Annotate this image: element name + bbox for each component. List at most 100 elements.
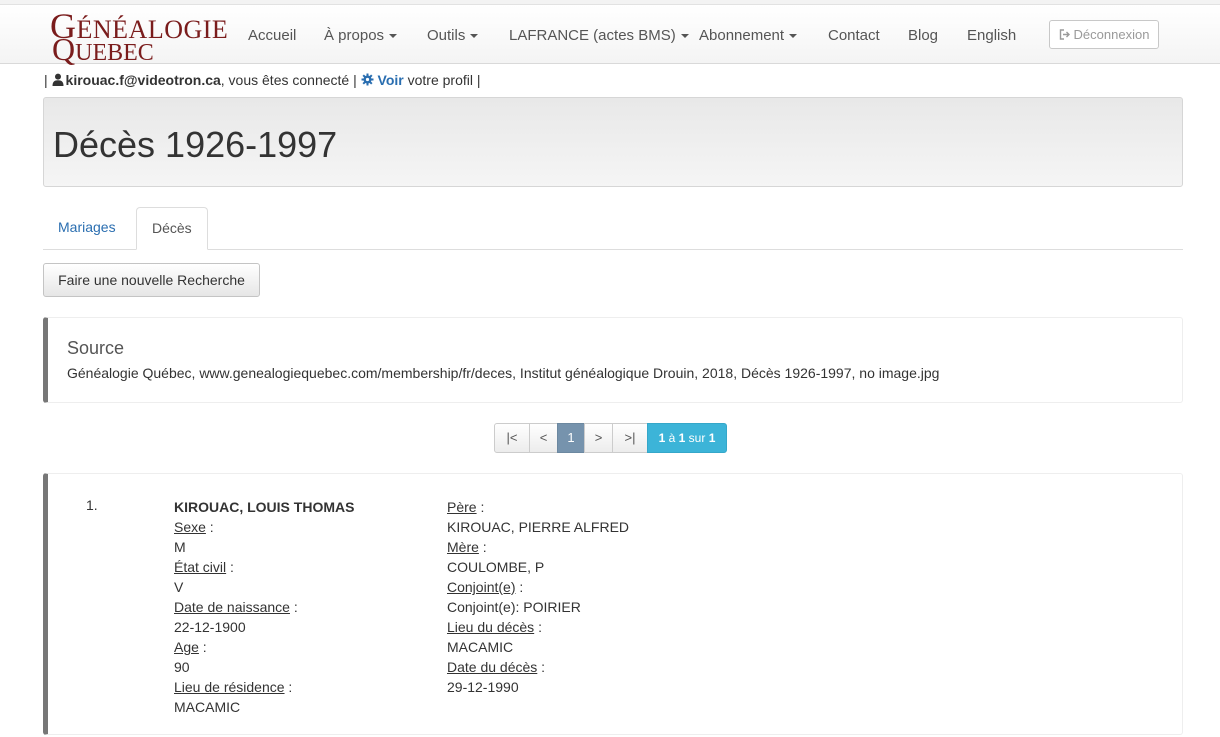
- tab-deces-label: Décès: [152, 220, 192, 236]
- field-label: Date du décès :: [447, 657, 629, 677]
- nav-a-propos[interactable]: À propos: [324, 27, 398, 44]
- tab-mariages[interactable]: Mariages: [43, 207, 131, 248]
- field-label-suffix: :: [534, 619, 542, 635]
- field-value: Conjoint(e): POIRIER: [447, 599, 581, 615]
- caret-down-icon: [389, 34, 398, 39]
- field-label-suffix: :: [476, 499, 485, 515]
- field-value: COULOMBE, P: [447, 559, 545, 575]
- tab-mariages-label: Mariages: [58, 219, 116, 235]
- user-bar: | kirouac.f@videotron.ca, vous êtes conn…: [44, 72, 481, 88]
- field-label: Date de naissance :: [174, 597, 354, 617]
- field-label-suffix: :: [205, 519, 214, 535]
- next-page-button[interactable]: >: [584, 423, 613, 453]
- view-link-label: Voir: [377, 72, 404, 88]
- profile-text: votre profil: [407, 72, 473, 88]
- nav-outils[interactable]: Outils: [427, 27, 479, 44]
- source-title: Source: [67, 338, 125, 358]
- field-label-suffix: :: [515, 579, 524, 595]
- sign-out-icon: [1059, 22, 1071, 49]
- nav-english-label: English: [967, 27, 1017, 44]
- nav-a-propos-label: À propos: [324, 27, 385, 44]
- current-page-button[interactable]: 1: [557, 423, 585, 453]
- field-value: 29-12-1990: [447, 679, 519, 695]
- field-label-text: Mère: [447, 539, 479, 555]
- field-label-suffix: :: [289, 599, 298, 615]
- result-right-column: Père : KIROUAC, PIERRE ALFRED Mère : COU…: [447, 497, 629, 697]
- field-label: Mère :: [447, 537, 629, 557]
- field-label-text: Date de naissance: [174, 599, 290, 615]
- field-label-suffix: :: [226, 559, 234, 575]
- field-label-text: Lieu de résidence: [174, 679, 285, 695]
- result-left-column: KIROUAC, LOUIS THOMAS Sexe : M État civi…: [174, 497, 354, 717]
- field-value: M: [174, 539, 186, 555]
- source-panel: Source Généalogie Québec, www.genealogie…: [43, 317, 1183, 403]
- nav-blog[interactable]: Blog: [908, 27, 938, 44]
- caret-down-icon: [470, 34, 479, 39]
- logo-text-2: UEBEC: [75, 40, 154, 66]
- field-label: Lieu du décès :: [447, 617, 629, 637]
- nav-blog-label: Blog: [908, 27, 939, 44]
- field-value: MACAMIC: [174, 699, 241, 715]
- logo-line-2: QUEBEC: [52, 33, 154, 68]
- result-number: 1.: [86, 497, 98, 513]
- result-name: KIROUAC, LOUIS THOMAS: [174, 499, 355, 515]
- nav-abonnement-label: Abonnement: [699, 27, 785, 44]
- separator: |: [44, 72, 48, 88]
- caret-down-icon: [680, 34, 689, 39]
- nav-contact-label: Contact: [828, 27, 880, 44]
- field-value: MACAMIC: [447, 639, 514, 655]
- field-label: Conjoint(e) :: [447, 577, 629, 597]
- field-label-suffix: :: [478, 539, 487, 555]
- gear-icon: [361, 72, 378, 88]
- field-label-text: Lieu du décès: [447, 619, 535, 635]
- field-value: 22-12-1900: [174, 619, 246, 635]
- count-separator: à: [665, 431, 679, 445]
- user-icon: [52, 72, 66, 88]
- field-label: Lieu de résidence :: [174, 677, 354, 697]
- first-page-button[interactable]: |<: [494, 423, 530, 453]
- tabs: Mariages Décès: [43, 207, 1183, 250]
- nav-english[interactable]: English: [967, 27, 1016, 44]
- logout-label: Déconnexion: [1073, 27, 1150, 42]
- source-text: Généalogie Québec, www.genealogiequebec.…: [67, 365, 940, 381]
- field-label-text: Père: [447, 499, 477, 515]
- count-total: 1: [708, 431, 716, 445]
- view-profile-link[interactable]: Voir: [361, 72, 408, 88]
- field-label-text: Age: [174, 639, 199, 655]
- nav-lafrance-label: LAFRANCE (actes BMS): [509, 27, 676, 44]
- user-email: kirouac.f@videotron.ca: [65, 72, 221, 88]
- field-label-text: Conjoint(e): [447, 579, 516, 595]
- field-label-suffix: :: [198, 639, 207, 655]
- field-value: V: [174, 579, 184, 595]
- nav-contact[interactable]: Contact: [828, 27, 880, 44]
- navbar: GÉNÉALOGIE QUEBEC Accueil À propos Outil…: [0, 5, 1220, 66]
- logout-button[interactable]: Déconnexion: [1049, 20, 1159, 49]
- nav-accueil-label: Accueil: [248, 27, 297, 44]
- field-label-text: Sexe: [174, 519, 206, 535]
- field-label: Père :: [447, 497, 629, 517]
- last-page-button[interactable]: >|: [612, 423, 648, 453]
- field-label: Sexe :: [174, 517, 354, 537]
- result-count: 1 à 1 sur 1: [647, 423, 727, 453]
- new-search-button[interactable]: Faire une nouvelle Recherche: [43, 263, 260, 297]
- nav-outils-label: Outils: [427, 27, 466, 44]
- field-value: 90: [174, 659, 190, 675]
- separator: |: [353, 72, 357, 88]
- prev-page-button[interactable]: <: [529, 423, 558, 453]
- page-title: Décès 1926-1997: [53, 124, 338, 165]
- separator: |: [476, 72, 481, 88]
- connected-text: , vous êtes connecté: [220, 72, 350, 88]
- field-label-text: État civil: [174, 559, 227, 575]
- field-label-suffix: :: [537, 659, 546, 675]
- nav-accueil[interactable]: Accueil: [248, 27, 296, 44]
- field-label-suffix: :: [284, 679, 293, 695]
- logo[interactable]: GÉNÉALOGIE QUEBEC: [50, 8, 228, 66]
- tab-deces[interactable]: Décès: [136, 207, 208, 250]
- result-card: 1. KIROUAC, LOUIS THOMAS Sexe : M État c…: [43, 473, 1183, 735]
- field-label: État civil :: [174, 557, 354, 577]
- field-value: KIROUAC, PIERRE ALFRED: [447, 519, 630, 535]
- nav-abonnement[interactable]: Abonnement: [699, 27, 798, 44]
- field-label-text: Date du décès: [447, 659, 538, 675]
- field-label: Age :: [174, 637, 354, 657]
- nav-lafrance[interactable]: LAFRANCE (actes BMS): [509, 27, 689, 44]
